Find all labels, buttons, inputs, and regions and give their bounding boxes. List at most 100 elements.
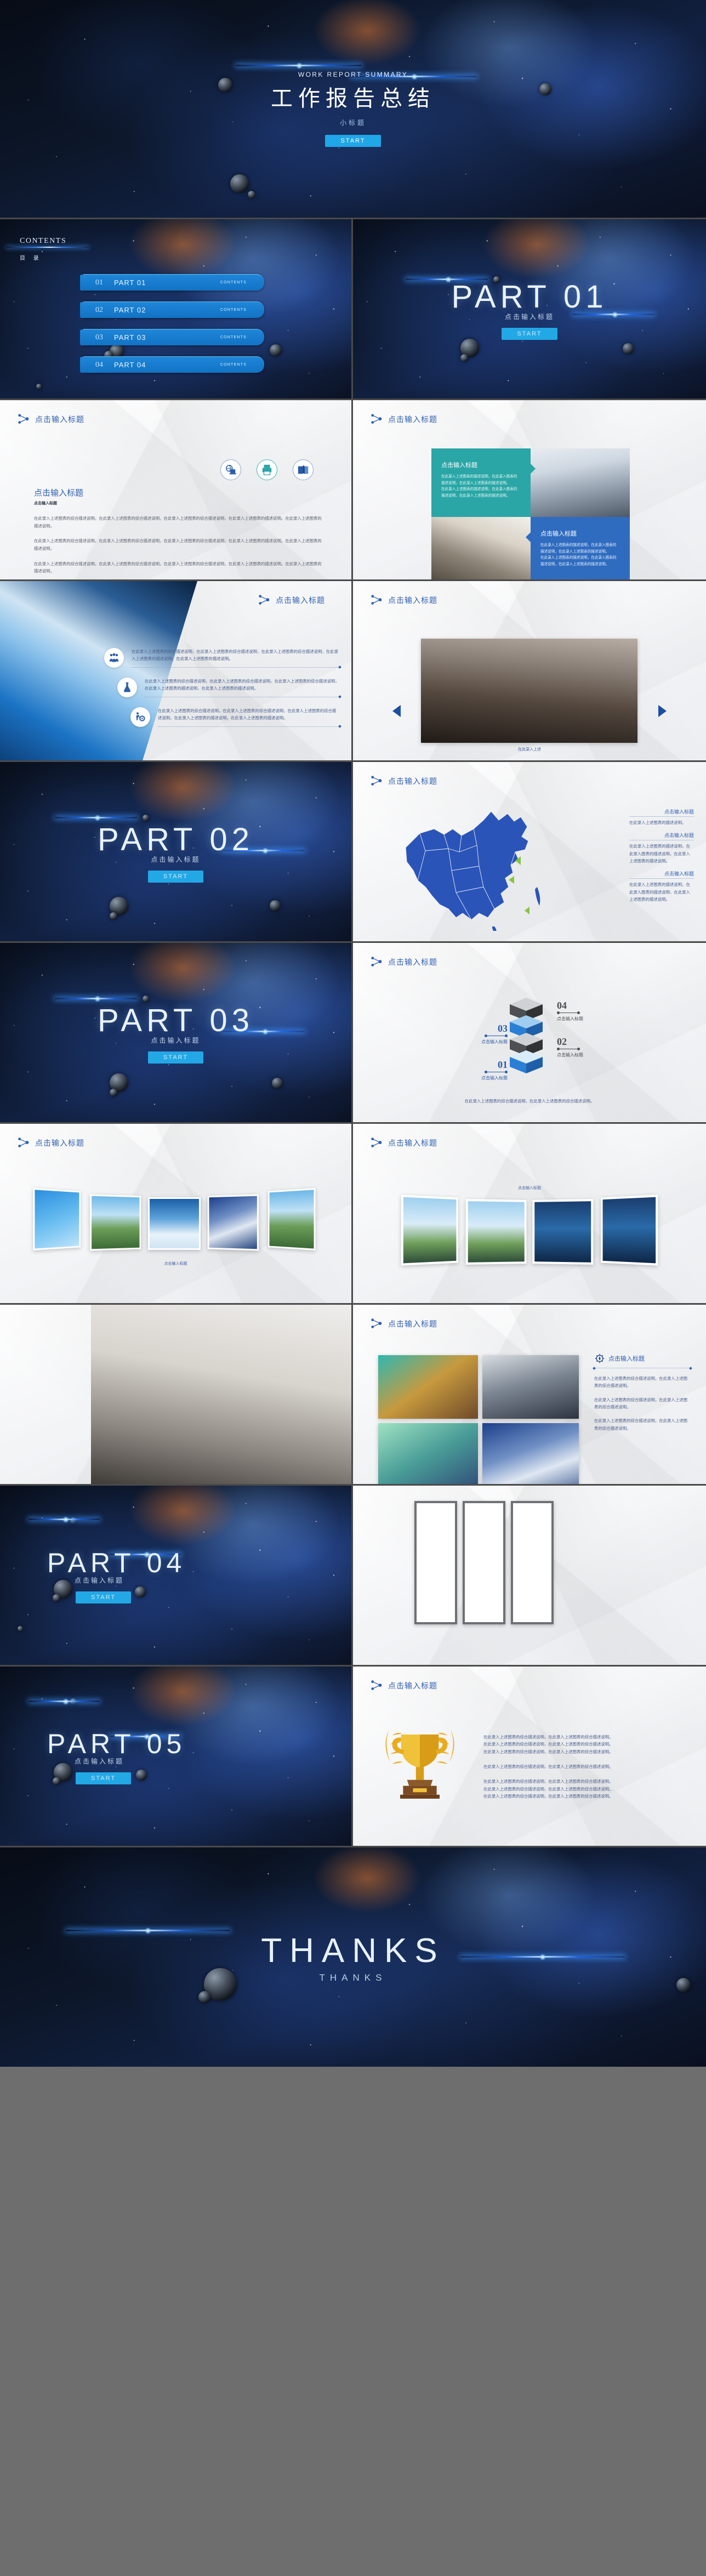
start-button[interactable]: START xyxy=(76,1591,132,1603)
slide-photo-grid[interactable]: 点击输入标题 点击输入标题 在此录入上述图表的综合描述说明，在此录入上述图表的综… xyxy=(353,1305,706,1486)
slide-quad-cards[interactable]: 点击输入标题 点击输入标题 在此录入上述图表的描述说明，在此录入图表的描述说明，… xyxy=(353,400,706,581)
printer-icon[interactable] xyxy=(257,459,277,480)
contents-item[interactable]: 03 PART 03 CONTENTS xyxy=(80,329,264,345)
arrow-right-icon[interactable] xyxy=(658,705,667,717)
cube-step[interactable]: 03 点击输入标题 xyxy=(446,1023,508,1045)
contents-item-label: PART 02 xyxy=(114,306,146,314)
step-label: 点击输入标题 xyxy=(557,1053,583,1057)
contents-item[interactable]: 01 PART 01 CONTENTS xyxy=(80,274,264,291)
slide-divider-part-02[interactable]: PART 02 点击输入标题 START xyxy=(0,762,353,943)
slide-divider-part-03[interactable]: PART 03 点击输入标题 START xyxy=(0,943,353,1124)
stairs-photo[interactable] xyxy=(378,1423,478,1484)
map-callout[interactable]: 点击输入标题 在此录入上述图表的描述说明，在此录入图表的描述说明，在此录入上述图… xyxy=(629,832,694,865)
clouds-photo[interactable] xyxy=(148,1197,201,1250)
callout-text: 在此录入上述图表的描述说明，在此录入图表的描述说明，在此录入上述图表的描述说明。 xyxy=(629,882,690,902)
list-item[interactable]: 在此录入上述图表的综合描述说明，在此录入上述图表的综合描述说明，在此录入上述图表… xyxy=(104,648,341,669)
slide-contents[interactable]: CONTENTS 目 录 01 PART 01 CONTENTS 02 PART… xyxy=(0,219,353,400)
section-title-text: 点击输入标题 xyxy=(388,778,437,786)
slide-building-list[interactable]: 点击输入标题 在此录入上述图表的综合描述说明，在此录入上述图表的综合描述说明，在… xyxy=(0,581,353,762)
start-button[interactable]: START xyxy=(325,135,381,147)
map-callout[interactable]: 点击输入标题 在此录入上述图表的描述说明。 xyxy=(629,808,694,826)
start-button[interactable]: START xyxy=(147,1051,204,1064)
handcuffs-desk-photo[interactable] xyxy=(414,1501,457,1624)
slide-people-photo[interactable] xyxy=(0,1305,353,1486)
start-button[interactable]: START xyxy=(502,327,557,340)
downtown-photo[interactable] xyxy=(482,1355,579,1419)
cube-step[interactable]: 02 点击输入标题 xyxy=(557,1036,583,1058)
globe-computer-icon[interactable] xyxy=(220,459,241,480)
slide-icons-text[interactable]: 点击输入标题 点击输入标题 点击输入标题 在此录入上述图表的综合描述说明，在此录… xyxy=(0,400,353,581)
slide-photo-carousel[interactable]: 点击输入标题 在此录入上述 xyxy=(353,581,706,762)
open-book-icon[interactable] xyxy=(293,459,314,480)
slide-cube-stack[interactable]: 点击输入标题 04 点击输入标题 03 点击输入标题 02 点击输入标题 01 … xyxy=(353,943,706,1124)
section-title-text: 点击输入标题 xyxy=(35,416,84,424)
contents-item[interactable]: 04 PART 04 CONTENTS xyxy=(80,356,264,373)
slide-three-panels[interactable] xyxy=(353,1486,706,1667)
wind-turbine-field-photo[interactable] xyxy=(401,1195,458,1266)
contents-item-tag: CONTENTS xyxy=(220,308,247,312)
node-bullet-icon xyxy=(259,595,270,605)
content-heading: 点击输入标题 xyxy=(34,489,84,498)
slide-thanks[interactable]: THANKS THANKS xyxy=(0,1847,706,2067)
paragraph: 在此录入上述图表的综合描述说明，在此录入上述图表的综合描述说明，在此录入上述图表… xyxy=(34,538,322,551)
divider-subtitle: 点击输入标题 xyxy=(504,312,554,321)
city-towers-photo[interactable] xyxy=(378,1355,478,1419)
section-title: 点击输入标题 xyxy=(371,594,437,606)
offshore-wind-photo[interactable] xyxy=(532,1199,594,1265)
section-title: 点击输入标题 xyxy=(18,413,84,425)
slide-divider-part-05[interactable]: PART 05 点击输入标题 START xyxy=(0,1667,353,1847)
section-title: 点击输入标题 xyxy=(371,413,437,425)
divider xyxy=(132,666,341,669)
start-button[interactable]: START xyxy=(147,870,204,883)
list-item[interactable]: 在此录入上述图表的综合描述说明，在此录入上述图表的综合描述说明，在此录入上述图表… xyxy=(117,678,341,698)
wind-turbine-hill-photo[interactable] xyxy=(465,1199,527,1265)
start-button[interactable]: START xyxy=(76,1772,132,1784)
contents-item-number: 04 xyxy=(95,360,103,369)
list-item[interactable]: 在此录入上述图表的综合描述说明，在此录入上述图表的综合描述说明，在此录入上述图表… xyxy=(130,707,341,728)
section-title: 点击输入标题 xyxy=(371,1137,437,1149)
slide-gallery-wind[interactable]: 点击输入标题 点击输入标题 xyxy=(353,1124,706,1305)
country-road-photo[interactable] xyxy=(90,1194,141,1251)
callout-title: 点击输入标题 xyxy=(629,832,694,841)
slide-gallery-road[interactable]: 点击输入标题 点击输入标题 xyxy=(0,1124,353,1305)
contents-item-number: 01 xyxy=(95,278,103,287)
divider xyxy=(158,725,341,728)
slide-divider-part-04[interactable]: PART 04 点击输入标题 START xyxy=(0,1486,353,1667)
section-title: 点击输入标题 xyxy=(18,1137,84,1149)
contents-item-number: 03 xyxy=(95,333,103,342)
highway-photo[interactable] xyxy=(268,1188,316,1250)
paragraph: 在此录入上述图表的综合描述说明，在此录入上述图表的综合描述说明。 xyxy=(594,1397,687,1409)
contents-item[interactable]: 02 PART 02 CONTENTS xyxy=(80,302,264,318)
section-title: 点击输入标题 xyxy=(371,1680,437,1692)
tangled-cables-photo[interactable] xyxy=(463,1501,505,1624)
thanks-subtitle: THANKS xyxy=(319,1972,387,1983)
node-bullet-icon xyxy=(371,595,382,605)
sky-clouds-photo[interactable] xyxy=(207,1194,259,1251)
node-bullet-icon xyxy=(18,414,29,424)
section-title-text: 点击输入标题 xyxy=(388,597,437,605)
slide-china-map[interactable]: 点击输入标题 点击输入标题 在此录入上述图表的描述说明。 点击输入标题 在此录入… xyxy=(353,762,706,943)
cube-step[interactable]: 01 点击输入标题 xyxy=(446,1059,508,1081)
phone-handcuff-photo[interactable] xyxy=(511,1501,554,1624)
sky-wires-photo[interactable] xyxy=(482,1423,579,1484)
sea-wind-photo[interactable] xyxy=(601,1195,658,1266)
blue-text-card: 点击输入标题 在此录入上述图表的描述说明，在此录入图表的描述说明，在此录入上述图… xyxy=(526,517,630,579)
slide-divider-part-01[interactable]: PART 01 点击输入标题 START xyxy=(353,219,706,400)
step-tick xyxy=(446,1071,508,1073)
arrow-left-icon[interactable] xyxy=(392,705,401,717)
side-title: 点击输入标题 xyxy=(608,1356,645,1362)
paragraph: 在此录入上述图表的综合描述说明，在此录入上述图表的综合描述说明，在此录入上述图表… xyxy=(34,516,322,528)
divider-subtitle: 点击输入标题 xyxy=(75,1758,124,1765)
cube-step[interactable]: 04 点击输入标题 xyxy=(557,1000,583,1022)
slide-trophy[interactable]: 点击输入标题 在此录入上述图表的综合描述说明，在此录入上述图表的综合描述说明。 … xyxy=(353,1667,706,1847)
map-callout[interactable]: 点击输入标题 在此录入上述图表的描述说明，在此录入图表的描述说明，在此录入上述图… xyxy=(629,870,694,903)
callout-text: 在此录入上述图表的描述说明。 xyxy=(629,820,686,825)
step-tick xyxy=(557,1011,583,1014)
team-people-icon xyxy=(104,648,124,668)
slide-title[interactable]: WORK REPORT SUMMARY 工作报告总结 小标题 START xyxy=(0,0,706,219)
cube-stack-graphic xyxy=(510,998,543,1073)
side-text-block: 点击输入标题 在此录入上述图表的综合描述说明，在此录入上述图表的综合描述说明。 … xyxy=(593,1353,692,1432)
teal-text-card: 点击输入标题 在此录入上述图表的描述说明，在此录入图表的描述说明，在此录入上述图… xyxy=(431,448,536,517)
blue-gradient-photo[interactable] xyxy=(33,1188,81,1250)
paragraph: 在此录入上述图表的综合描述说明，在此录入上述图表的综合描述说明。 xyxy=(594,1376,687,1389)
